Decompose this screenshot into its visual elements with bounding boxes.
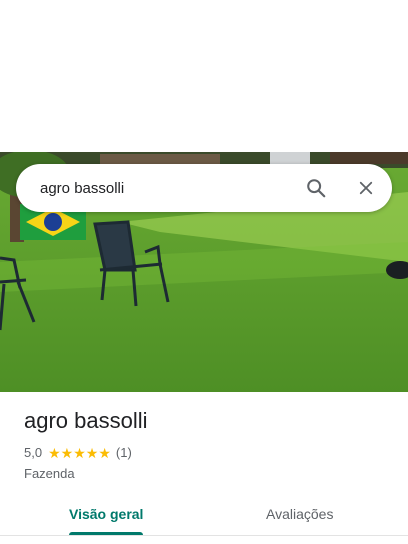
rating-value: 5,0 — [24, 445, 43, 460]
star-icon: ★ — [73, 444, 86, 461]
star-icon: ★ — [85, 444, 99, 461]
tab-reviews[interactable]: Avaliações — [266, 506, 333, 522]
close-icon — [359, 181, 373, 195]
search-button[interactable] — [296, 168, 336, 208]
star-icon: ★ — [98, 444, 111, 461]
star-rating: ★ ★ ★ ★ ★ — [48, 446, 111, 460]
map-area-blank — [0, 0, 408, 152]
star-icon: ★ — [48, 444, 61, 461]
search-input[interactable]: agro bassolli — [40, 180, 296, 197]
rating-row[interactable]: 5,0 ★ ★ ★ ★ ★ (1) — [24, 445, 132, 460]
place-category: Fazenda — [24, 466, 75, 481]
review-count[interactable]: (1) — [116, 445, 132, 460]
tab-overview[interactable]: Visão geral — [69, 506, 143, 522]
place-title: agro bassolli — [24, 408, 148, 433]
search-icon — [307, 179, 326, 198]
tab-divider — [0, 535, 408, 536]
search-bar[interactable]: agro bassolli — [16, 164, 392, 212]
star-icon: ★ — [60, 444, 74, 461]
clear-search-button[interactable] — [346, 168, 386, 208]
